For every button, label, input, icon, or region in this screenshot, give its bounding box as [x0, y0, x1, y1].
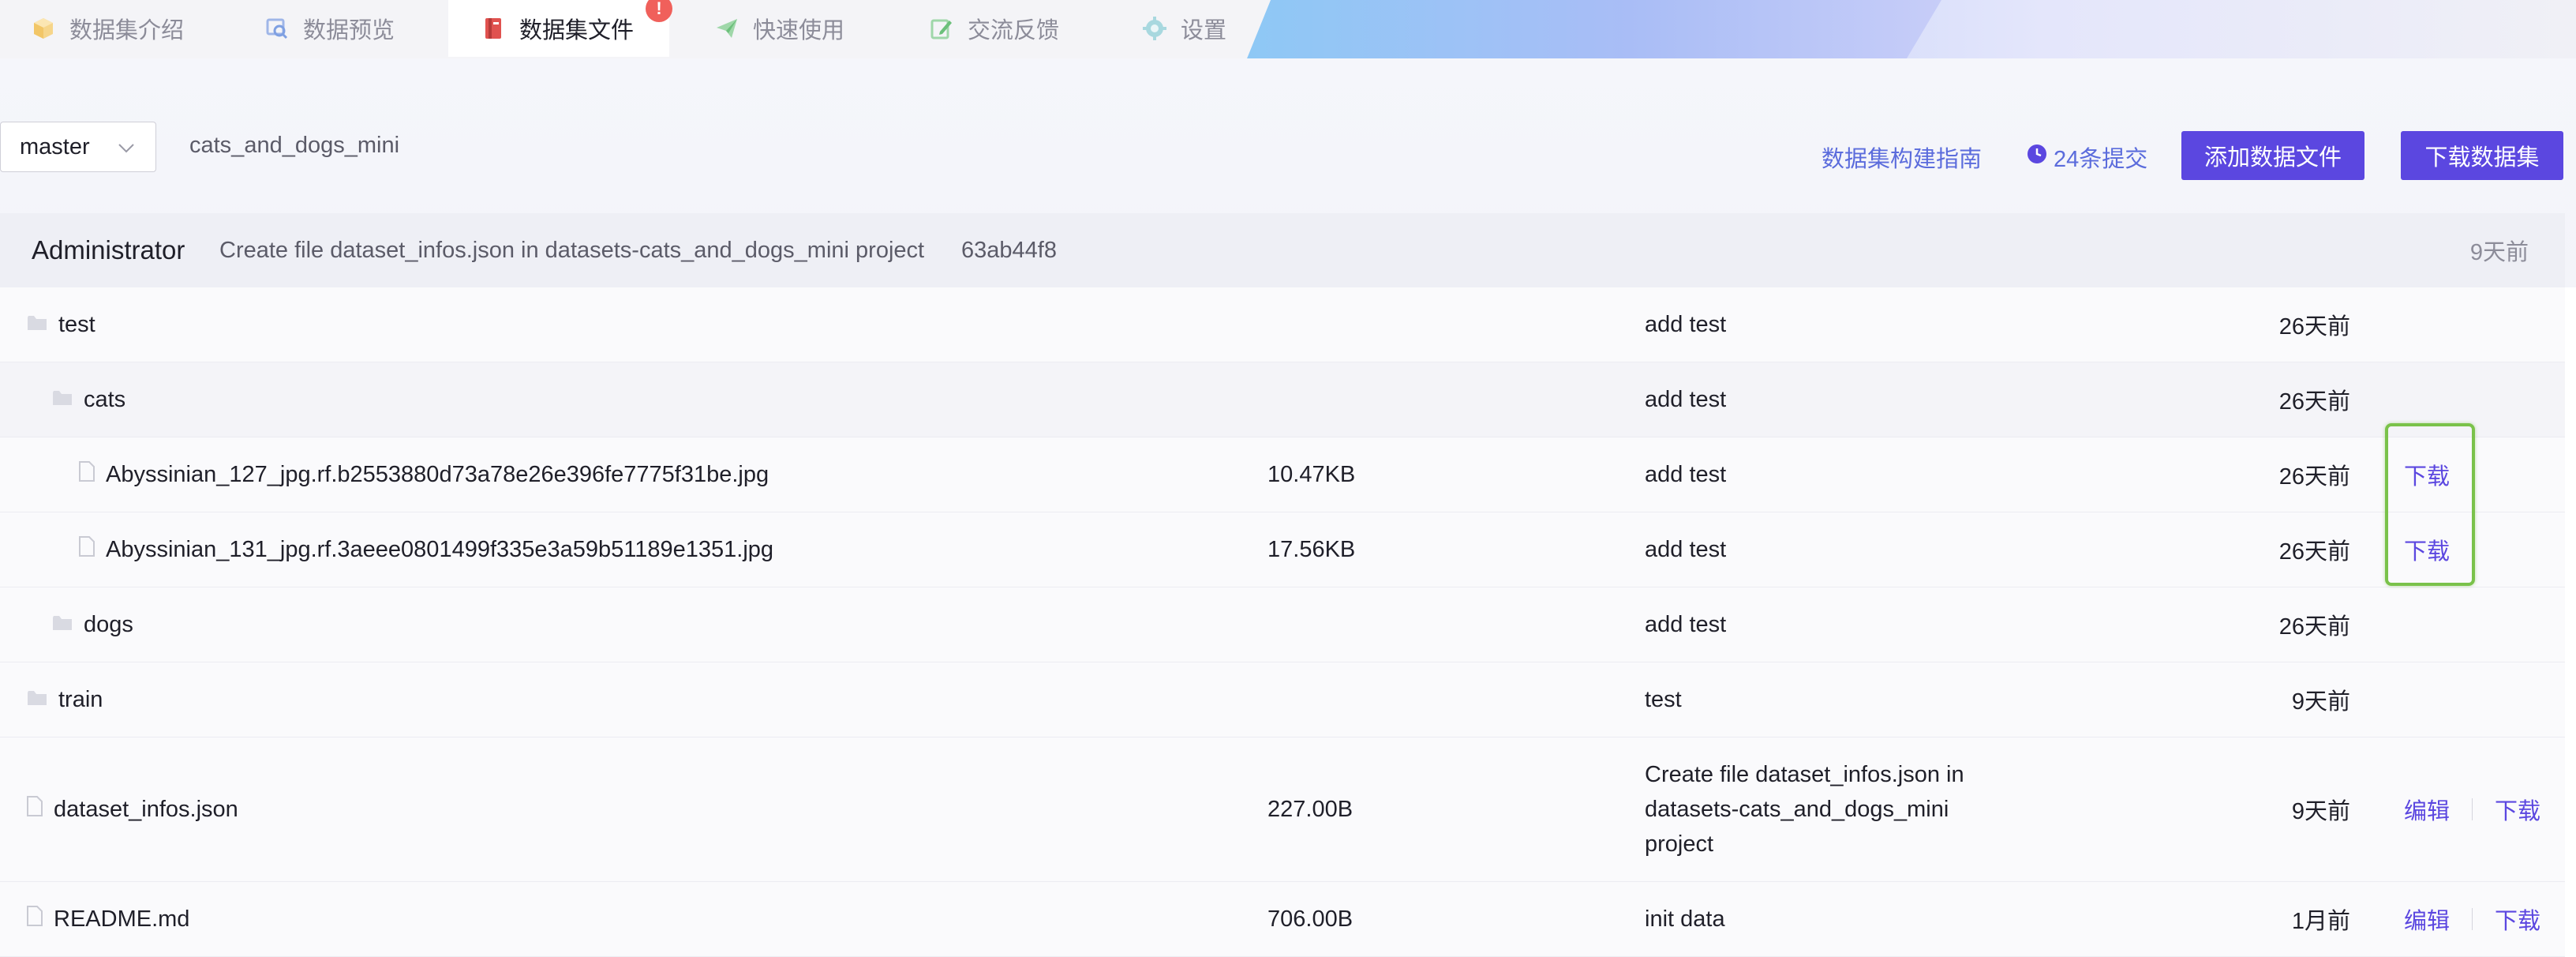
- row-time: 26天前: [2278, 464, 2350, 490]
- file-name: cats: [84, 386, 126, 412]
- last-commit-bar: Administrator Create file dataset_infos.…: [0, 213, 2565, 287]
- folder-icon: [52, 387, 73, 413]
- table-row: Abyssinian_127_jpg.rf.b2553880d73a78e26e…: [0, 437, 2565, 512]
- folder-icon: [27, 312, 47, 338]
- clock-icon: [2027, 144, 2047, 171]
- row-time: 9天前: [2291, 689, 2350, 715]
- file-name-cell[interactable]: dataset_infos.json: [27, 737, 238, 881]
- file-name: test: [58, 311, 95, 337]
- row-time: 26天前: [2278, 314, 2350, 340]
- table-row: README.md 706.00B init data 1月前 编辑 下载: [0, 882, 2565, 957]
- row-time: 26天前: [2278, 614, 2350, 640]
- tab-label: 设置: [1181, 18, 1227, 43]
- commit-time: 9天前: [2469, 240, 2529, 265]
- tab-bar: 数据集介绍 数据预览 数据集文件 ! 快速使用 交流反馈 设置: [0, 0, 2576, 59]
- commit-message: Create file dataset_infos.json in datase…: [219, 237, 925, 263]
- action-divider: [2472, 798, 2473, 820]
- commit-hash[interactable]: 63ab44f8: [961, 238, 1057, 264]
- folder-name-cell[interactable]: dogs: [52, 587, 133, 662]
- row-actions: 编辑 下载: [2404, 882, 2540, 956]
- alert-badge: !: [646, 0, 672, 22]
- tab-label: 快速使用: [753, 18, 845, 43]
- download-dataset-button[interactable]: 下载数据集: [2401, 131, 2563, 180]
- table-row: train test 9天前: [0, 662, 2565, 737]
- repo-name: cats_and_dogs_mini: [189, 133, 400, 158]
- commits-count: 24条提交: [2054, 147, 2148, 172]
- folder-icon: [52, 612, 73, 638]
- folder-name-cell[interactable]: test: [27, 287, 95, 362]
- edit-link[interactable]: 编辑: [2404, 903, 2450, 936]
- row-commit-message[interactable]: test: [1645, 662, 1984, 737]
- dataset-guide-link[interactable]: 数据集构建指南: [1822, 141, 1982, 174]
- file-name: Abyssinian_127_jpg.rf.b2553880d73a78e26e…: [106, 461, 769, 487]
- tab-label: 数据集文件: [519, 18, 635, 43]
- commits-link[interactable]: 24条提交: [2027, 141, 2147, 174]
- file-name-cell[interactable]: README.md: [27, 882, 189, 956]
- table-row: dataset_infos.json 227.00B Create file d…: [0, 737, 2565, 882]
- file-name: train: [58, 686, 103, 712]
- download-link[interactable]: 下载: [2495, 793, 2540, 826]
- row-time: 1月前: [2291, 909, 2350, 934]
- row-commit-message[interactable]: add test: [1645, 437, 1984, 512]
- cube-icon: [30, 15, 57, 42]
- file-icon: [79, 461, 95, 488]
- edit-link[interactable]: 编辑: [2404, 793, 2450, 826]
- row-commit-message[interactable]: add test: [1645, 287, 1984, 362]
- file-name-cell[interactable]: Abyssinian_131_jpg.rf.3aeee0801499f335e3…: [79, 512, 773, 587]
- file-icon: [27, 906, 43, 933]
- file-icon: [79, 536, 95, 563]
- tab-settings[interactable]: 设置: [1141, 0, 1260, 57]
- tab-quick-start[interactable]: 快速使用: [713, 0, 900, 57]
- table-row: test add test 26天前: [0, 287, 2565, 362]
- file-name: README.md: [54, 906, 190, 932]
- row-actions: 编辑 下载: [2404, 737, 2540, 881]
- dataset-files-page: 数据集介绍 数据预览 数据集文件 ! 快速使用 交流反馈 设置 master c…: [0, 0, 2576, 957]
- book-icon: [480, 15, 507, 42]
- row-time: 9天前: [2291, 799, 2350, 824]
- download-link[interactable]: 下载: [2495, 903, 2540, 936]
- tab-label: 数据集介绍: [69, 18, 185, 43]
- tab-dataset-intro[interactable]: 数据集介绍: [30, 0, 216, 57]
- row-commit-message[interactable]: add test: [1645, 512, 1984, 587]
- row-commit-message[interactable]: Create file dataset_infos.json in datase…: [1645, 737, 1984, 881]
- add-data-file-button[interactable]: 添加数据文件: [2181, 131, 2364, 180]
- branch-select[interactable]: master: [0, 122, 156, 172]
- edit-icon: [928, 15, 955, 42]
- folder-name-cell[interactable]: cats: [52, 362, 125, 437]
- table-row: dogs add test 26天前: [0, 587, 2565, 662]
- tab-data-preview[interactable]: 数据预览: [264, 0, 450, 57]
- file-name: dogs: [84, 611, 133, 637]
- table-row: Abyssinian_131_jpg.rf.3aeee0801499f335e3…: [0, 512, 2565, 587]
- file-name-cell[interactable]: Abyssinian_127_jpg.rf.b2553880d73a78e26e…: [79, 437, 769, 512]
- header-decoration: [1247, 0, 2576, 58]
- action-divider: [2472, 908, 2473, 930]
- tab-label: 数据预览: [303, 18, 395, 43]
- folder-name-cell[interactable]: train: [27, 662, 103, 737]
- file-list: test add test 26天前 cats add test 26天前 Ab…: [0, 287, 2565, 957]
- preview-icon: [264, 15, 290, 42]
- file-icon: [27, 796, 43, 823]
- tab-feedback[interactable]: 交流反馈: [928, 0, 1114, 57]
- file-size: 706.00B: [1267, 906, 1354, 932]
- branch-value: master: [20, 133, 90, 160]
- download-highlight-box: [2385, 423, 2475, 586]
- send-icon: [713, 15, 740, 42]
- file-size: 17.56KB: [1267, 536, 1356, 562]
- row-time: 26天前: [2278, 389, 2350, 415]
- row-commit-message[interactable]: add test: [1645, 362, 1984, 437]
- row-commit-message[interactable]: add test: [1645, 587, 1984, 662]
- chevron-down-icon: [118, 134, 135, 160]
- row-commit-message[interactable]: init data: [1645, 882, 1984, 956]
- table-row: cats add test 26天前: [0, 362, 2565, 437]
- file-size: 227.00B: [1267, 796, 1354, 822]
- tab-dataset-files[interactable]: 数据集文件 !: [448, 0, 672, 57]
- tab-label: 交流反馈: [968, 18, 1060, 43]
- commit-author: Administrator: [32, 235, 185, 265]
- row-time: 26天前: [2278, 539, 2350, 565]
- file-name: Abyssinian_131_jpg.rf.3aeee0801499f335e3…: [106, 536, 774, 562]
- gear-icon: [1141, 15, 1168, 42]
- file-size: 10.47KB: [1267, 461, 1356, 487]
- file-name: dataset_infos.json: [54, 796, 238, 822]
- folder-icon: [27, 687, 47, 713]
